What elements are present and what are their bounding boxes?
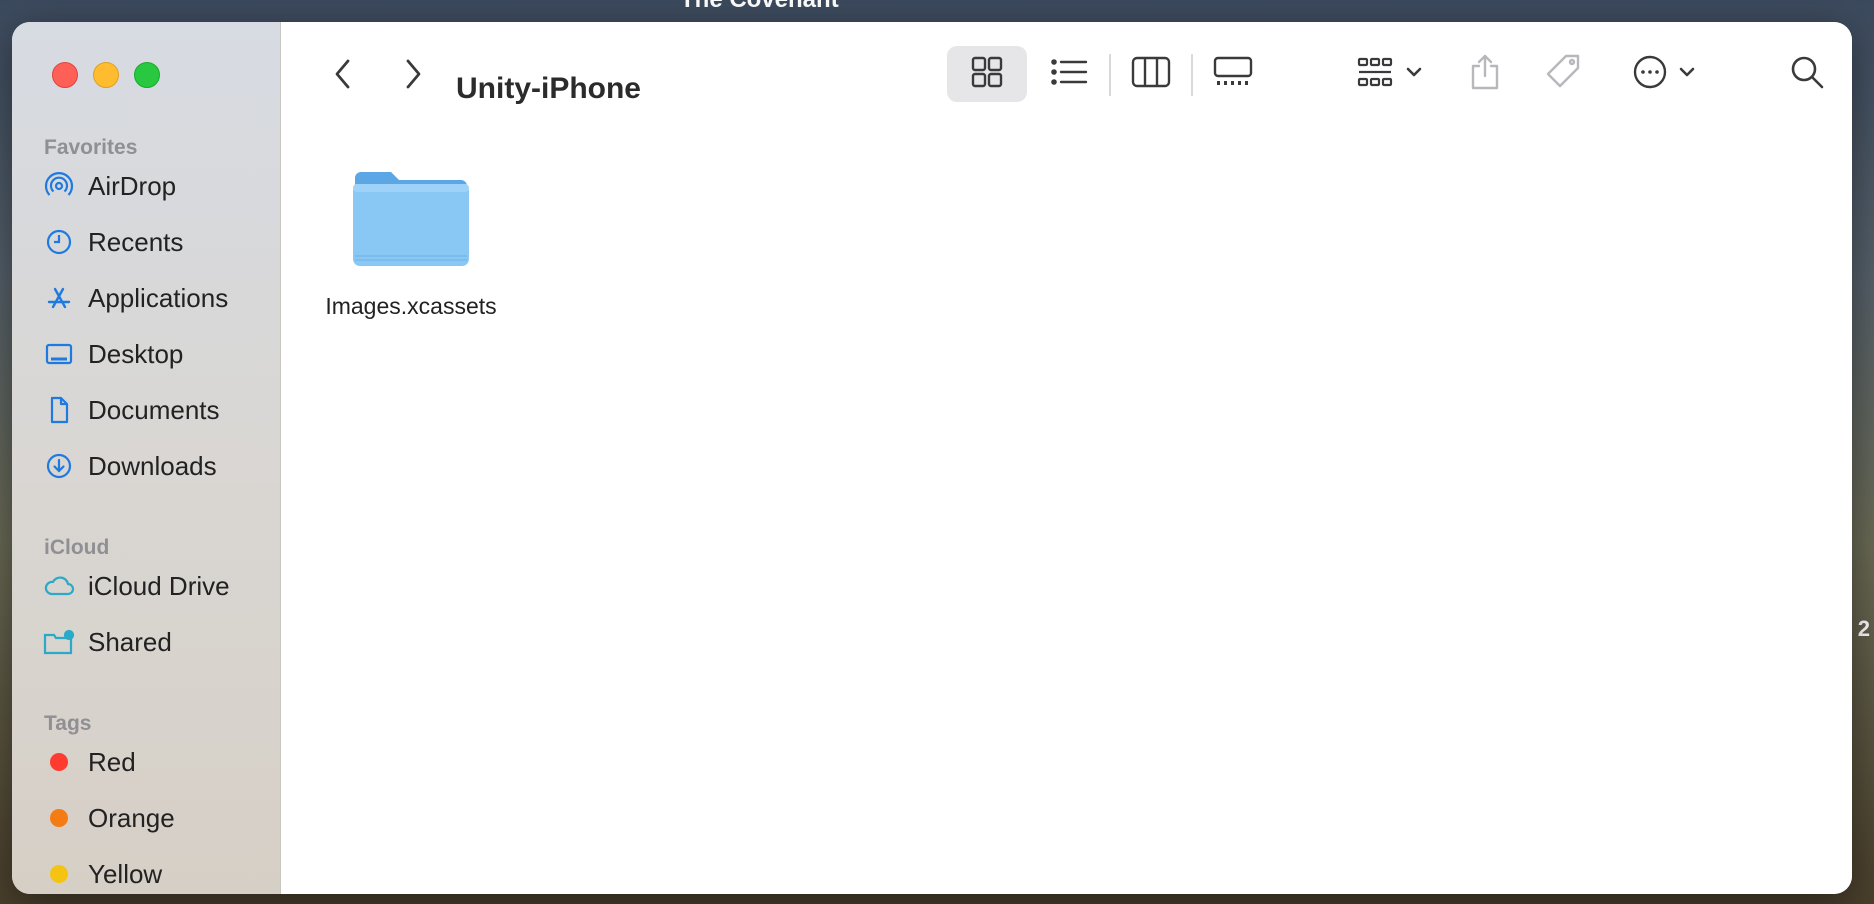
sidebar: Favorites AirDrop Recents Applications D… bbox=[12, 22, 281, 894]
gallery-view-icon bbox=[1213, 56, 1253, 93]
chevron-right-icon bbox=[402, 57, 424, 96]
sidebar-item-applications[interactable]: Applications bbox=[42, 276, 262, 320]
sidebar-item-label: Shared bbox=[88, 626, 172, 657]
tag-icon bbox=[1544, 53, 1582, 96]
sidebar-item-label: Downloads bbox=[88, 450, 217, 481]
sidebar-item-label: Recents bbox=[88, 226, 184, 257]
sidebar-item-downloads[interactable]: Downloads bbox=[42, 444, 262, 488]
list-view-button[interactable] bbox=[1029, 46, 1109, 102]
airdrop-icon bbox=[42, 169, 76, 203]
sidebar-item-label: Red bbox=[88, 746, 136, 777]
more-actions-button[interactable] bbox=[1631, 52, 1707, 96]
sidebar-item-label: iCloud Drive bbox=[88, 570, 230, 601]
folder-name: Images.xcassets bbox=[325, 293, 497, 319]
finder-window: Favorites AirDrop Recents Applications D… bbox=[12, 22, 1852, 894]
sidebar-tag-yellow[interactable]: Yellow bbox=[42, 852, 262, 894]
window-title: Unity-iPhone bbox=[456, 72, 641, 105]
group-by-icon bbox=[1357, 55, 1427, 94]
sidebar-section-favorites: Favorites bbox=[44, 136, 138, 159]
sidebar-item-label: Yellow bbox=[88, 858, 163, 889]
column-view-icon bbox=[1131, 56, 1171, 93]
document-icon bbox=[42, 393, 76, 427]
toolbar: Unity-iPhone bbox=[281, 22, 1852, 126]
sidebar-item-label: AirDrop bbox=[88, 170, 177, 201]
clock-icon bbox=[42, 225, 76, 259]
sidebar-item-recents[interactable]: Recents bbox=[42, 220, 262, 264]
sidebar-section-tags: Tags bbox=[44, 712, 92, 735]
search-button[interactable] bbox=[1787, 52, 1827, 96]
sidebar-tag-red[interactable]: Red bbox=[42, 740, 262, 784]
back-button[interactable] bbox=[321, 54, 365, 98]
sidebar-item-label: Orange bbox=[88, 802, 175, 833]
applications-icon bbox=[42, 281, 76, 315]
minimize-button[interactable] bbox=[93, 62, 119, 88]
more-icon bbox=[1633, 54, 1705, 95]
tag-red-dot-icon bbox=[50, 753, 68, 771]
folder-icon bbox=[349, 166, 473, 275]
tag-button[interactable] bbox=[1543, 52, 1583, 96]
icon-view-icon bbox=[970, 55, 1004, 94]
group-by-button[interactable] bbox=[1355, 52, 1429, 96]
file-browser: Images.xcassets bbox=[281, 126, 1852, 894]
sidebar-section-icloud: iCloud bbox=[44, 536, 110, 559]
column-view-button[interactable] bbox=[1111, 46, 1191, 102]
sidebar-item-label: Desktop bbox=[88, 338, 184, 369]
share-button[interactable] bbox=[1465, 52, 1505, 96]
close-button[interactable] bbox=[52, 62, 78, 88]
sidebar-item-airdrop[interactable]: AirDrop bbox=[42, 164, 262, 208]
sidebar-item-documents[interactable]: Documents bbox=[42, 388, 262, 432]
list-view-icon bbox=[1050, 57, 1088, 92]
zoom-button[interactable] bbox=[134, 62, 160, 88]
desktop-icon bbox=[42, 337, 76, 371]
tag-orange-dot-icon bbox=[50, 809, 68, 827]
gallery-view-button[interactable] bbox=[1193, 46, 1273, 102]
desktop-window-title: The Covenant bbox=[680, 0, 839, 14]
icon-view-button[interactable] bbox=[947, 46, 1027, 102]
cloud-icon bbox=[42, 569, 76, 603]
chevron-left-icon bbox=[332, 57, 354, 96]
shared-folder-icon bbox=[42, 625, 76, 659]
share-icon bbox=[1469, 53, 1501, 96]
search-icon bbox=[1789, 54, 1825, 95]
sidebar-item-desktop[interactable]: Desktop bbox=[42, 332, 262, 376]
sidebar-item-label: Applications bbox=[88, 282, 229, 313]
sidebar-tag-orange[interactable]: Orange bbox=[42, 796, 262, 840]
sidebar-item-label: Documents bbox=[88, 394, 220, 425]
download-icon bbox=[42, 449, 76, 483]
sidebar-item-shared[interactable]: Shared bbox=[42, 620, 262, 664]
desktop-edge-label: 2 bbox=[1857, 616, 1870, 641]
folder-item[interactable]: Images.xcassets bbox=[311, 166, 511, 320]
tag-yellow-dot-icon bbox=[50, 865, 68, 883]
window-controls bbox=[52, 62, 160, 88]
sidebar-item-icloud-drive[interactable]: iCloud Drive bbox=[42, 564, 262, 608]
forward-button[interactable] bbox=[391, 54, 435, 98]
